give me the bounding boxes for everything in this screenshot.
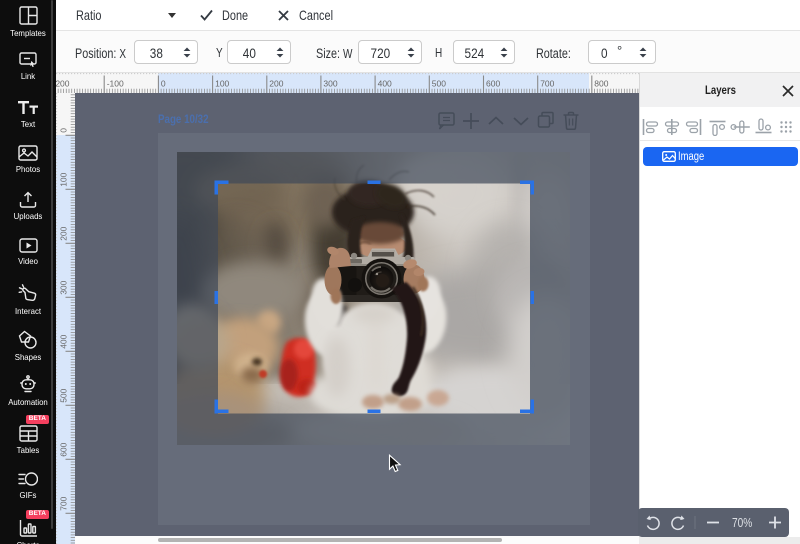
svg-text:500: 500	[59, 388, 69, 402]
svg-text:600: 600	[486, 79, 500, 89]
svg-text:500: 500	[432, 79, 446, 89]
svg-text:400: 400	[59, 334, 69, 348]
svg-text:300: 300	[323, 79, 337, 89]
svg-text:600: 600	[59, 442, 69, 456]
svg-text:-200: -200	[56, 79, 70, 89]
svg-text:-100: -100	[107, 79, 124, 89]
svg-text:0: 0	[59, 128, 69, 133]
svg-text:200: 200	[59, 226, 69, 240]
svg-text:800: 800	[594, 79, 608, 89]
svg-text:200: 200	[269, 79, 283, 89]
svg-text:0: 0	[161, 79, 166, 89]
svg-text:300: 300	[59, 280, 69, 294]
svg-text:100: 100	[215, 79, 229, 89]
svg-text:100: 100	[59, 172, 69, 186]
svg-text:700: 700	[59, 496, 69, 510]
svg-text:700: 700	[540, 79, 554, 89]
svg-text:400: 400	[378, 79, 392, 89]
